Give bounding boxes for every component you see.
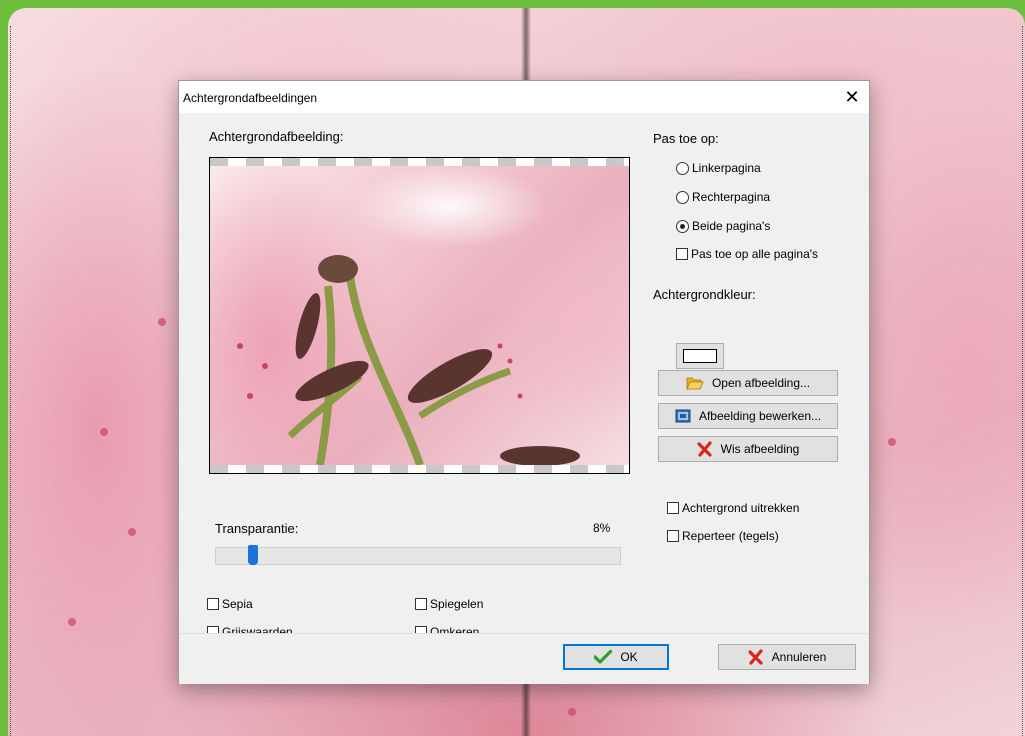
background-dot: [888, 438, 896, 446]
stretch-background-checkbox[interactable]: Achtergrond uitrekken: [667, 501, 799, 515]
background-dot: [568, 708, 576, 716]
apply-all-pages-checkbox[interactable]: Pas toe op alle pagina's: [676, 247, 818, 261]
mirror-label: Spiegelen: [430, 597, 484, 611]
folder-open-icon: [686, 377, 704, 390]
apply-to-label: Pas toe op:: [653, 131, 719, 146]
radio-circle[interactable]: [676, 190, 689, 204]
clear-image-label: Wis afbeelding: [720, 442, 800, 456]
mirror-checkbox[interactable]: Spiegelen: [415, 597, 483, 611]
cancel-label: Annuleren: [771, 650, 827, 664]
left-page-border: [10, 26, 11, 736]
radio-left-page[interactable]: Linkerpagina: [676, 161, 761, 175]
radio-right-page[interactable]: Rechterpagina: [676, 190, 770, 204]
preview-dash-bottom: [210, 465, 629, 473]
checkbox-box[interactable]: [667, 502, 679, 514]
left-page-label: Linkerpagina: [692, 161, 761, 175]
image-preview: [209, 157, 630, 474]
preview-dash-top: [210, 158, 629, 166]
background-image-label: Achtergrondafbeelding:: [209, 129, 344, 144]
red-x-icon: [697, 441, 712, 457]
transparency-value: 8%: [593, 521, 611, 535]
transparency-slider[interactable]: [215, 545, 621, 565]
ok-label: OK: [620, 650, 638, 664]
lily-stamens-image: [237, 255, 580, 467]
cancel-button[interactable]: Annuleren: [718, 644, 856, 670]
radio-both-pages[interactable]: Beide pagina's: [676, 219, 770, 233]
slider-thumb[interactable]: [248, 545, 258, 565]
right-page-border: [1022, 26, 1023, 736]
background-dot: [68, 618, 76, 626]
stretch-background-label: Achtergrond uitrekken: [682, 501, 800, 515]
close-icon[interactable]: ✕: [835, 81, 869, 113]
open-image-label: Open afbeelding...: [711, 376, 811, 390]
dialog-body: Achtergrondafbeelding: Transparantie: 8%…: [179, 113, 869, 639]
preview-photo: [210, 166, 629, 467]
image-edit-icon: [675, 409, 691, 423]
background-images-dialog: Achtergrondafbeeldingen ✕ Achtergrondafb…: [178, 80, 870, 684]
green-check-icon: [594, 650, 613, 664]
dialog-titlebar: Achtergrondafbeeldingen ✕: [179, 81, 869, 113]
radio-circle-selected[interactable]: [676, 219, 689, 233]
right-page-label: Rechterpagina: [692, 190, 771, 204]
sepia-label: Sepia: [222, 597, 253, 611]
background-dot: [128, 528, 136, 536]
open-image-button[interactable]: Open afbeelding...: [658, 370, 838, 396]
color-swatch: [683, 349, 717, 363]
ok-button[interactable]: OK: [563, 644, 669, 670]
edit-image-label: Afbeelding bewerken...: [698, 409, 822, 423]
dialog-title: Achtergrondafbeeldingen: [183, 91, 318, 105]
radio-circle[interactable]: [676, 161, 689, 175]
apply-all-pages-label: Pas toe op alle pagina's: [691, 247, 819, 261]
checkbox-box[interactable]: [676, 248, 688, 260]
checkbox-box[interactable]: [667, 530, 679, 542]
tile-checkbox[interactable]: Reperteer (tegels): [667, 529, 779, 543]
red-x-icon: [748, 649, 763, 665]
transparency-label: Transparantie:: [215, 521, 299, 536]
clear-image-button[interactable]: Wis afbeelding: [658, 436, 838, 462]
tile-label: Reperteer (tegels): [682, 529, 779, 543]
background-color-label: Achtergrondkleur:: [653, 287, 756, 302]
edit-image-button[interactable]: Afbeelding bewerken...: [658, 403, 838, 429]
background-color-picker[interactable]: [676, 343, 724, 369]
sepia-checkbox[interactable]: Sepia: [207, 597, 253, 611]
checkbox-box[interactable]: [207, 598, 219, 610]
checkbox-box[interactable]: [415, 598, 427, 610]
dialog-footer: OK Annuleren: [179, 633, 869, 684]
both-pages-label: Beide pagina's: [692, 219, 771, 233]
background-dot: [100, 428, 108, 436]
background-dot: [158, 318, 166, 326]
